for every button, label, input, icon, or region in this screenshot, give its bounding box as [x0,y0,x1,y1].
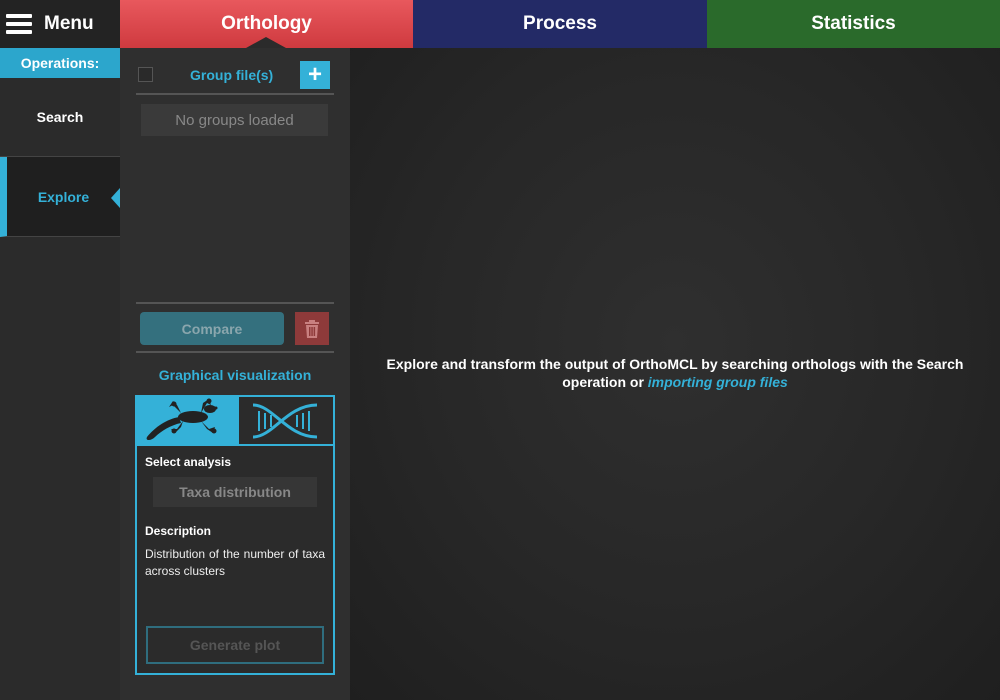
import-group-files-link[interactable]: importing group files [648,374,788,390]
graphical-visualization-title: Graphical visualization [158,367,312,383]
analysis-select[interactable]: Taxa distribution [153,477,317,507]
compare-button[interactable]: Compare [140,312,284,345]
tab-statistics[interactable]: Statistics [707,0,1000,48]
divider [136,302,334,304]
divider [136,351,334,353]
description-label: Description [145,524,212,538]
operations-header: Operations: [0,48,120,78]
hamburger-icon [6,14,32,34]
tab-process[interactable]: Process [413,0,707,48]
active-tab-indicator [246,37,286,48]
generate-plot-button[interactable]: Generate plot [146,626,324,664]
select-analysis-label: Select analysis [145,455,232,469]
gecko-icon[interactable] [137,397,237,444]
visualization-box: Select analysis Taxa distribution Descri… [135,395,335,675]
plus-icon: + [307,61,322,88]
dna-icon[interactable] [237,397,333,444]
add-group-button[interactable]: + [300,61,330,89]
active-caret-icon [111,188,120,208]
menu-button[interactable]: Menu [0,0,120,48]
group-panel: Group file(s) + No groups loaded Compare… [120,48,350,700]
sidebar-item-explore[interactable]: Explore [0,157,120,237]
description-text: Distribution of the number of taxa acros… [145,547,325,578]
visualization-type-selector [137,397,333,446]
group-header: Group file(s) + [136,61,334,95]
delete-button[interactable] [295,312,329,345]
sidebar-item-search[interactable]: Search [0,78,120,157]
trash-icon [305,319,319,338]
main-message: Explore and transform the output of Orth… [386,356,964,390]
menu-label: Menu [44,13,94,34]
select-all-checkbox[interactable] [138,67,153,82]
operations-sidebar: Operations: Search Explore [0,48,120,700]
main-content: Explore and transform the output of Orth… [350,48,1000,700]
group-files-title: Group file(s) [190,67,274,83]
no-groups-placeholder: No groups loaded [141,104,328,136]
